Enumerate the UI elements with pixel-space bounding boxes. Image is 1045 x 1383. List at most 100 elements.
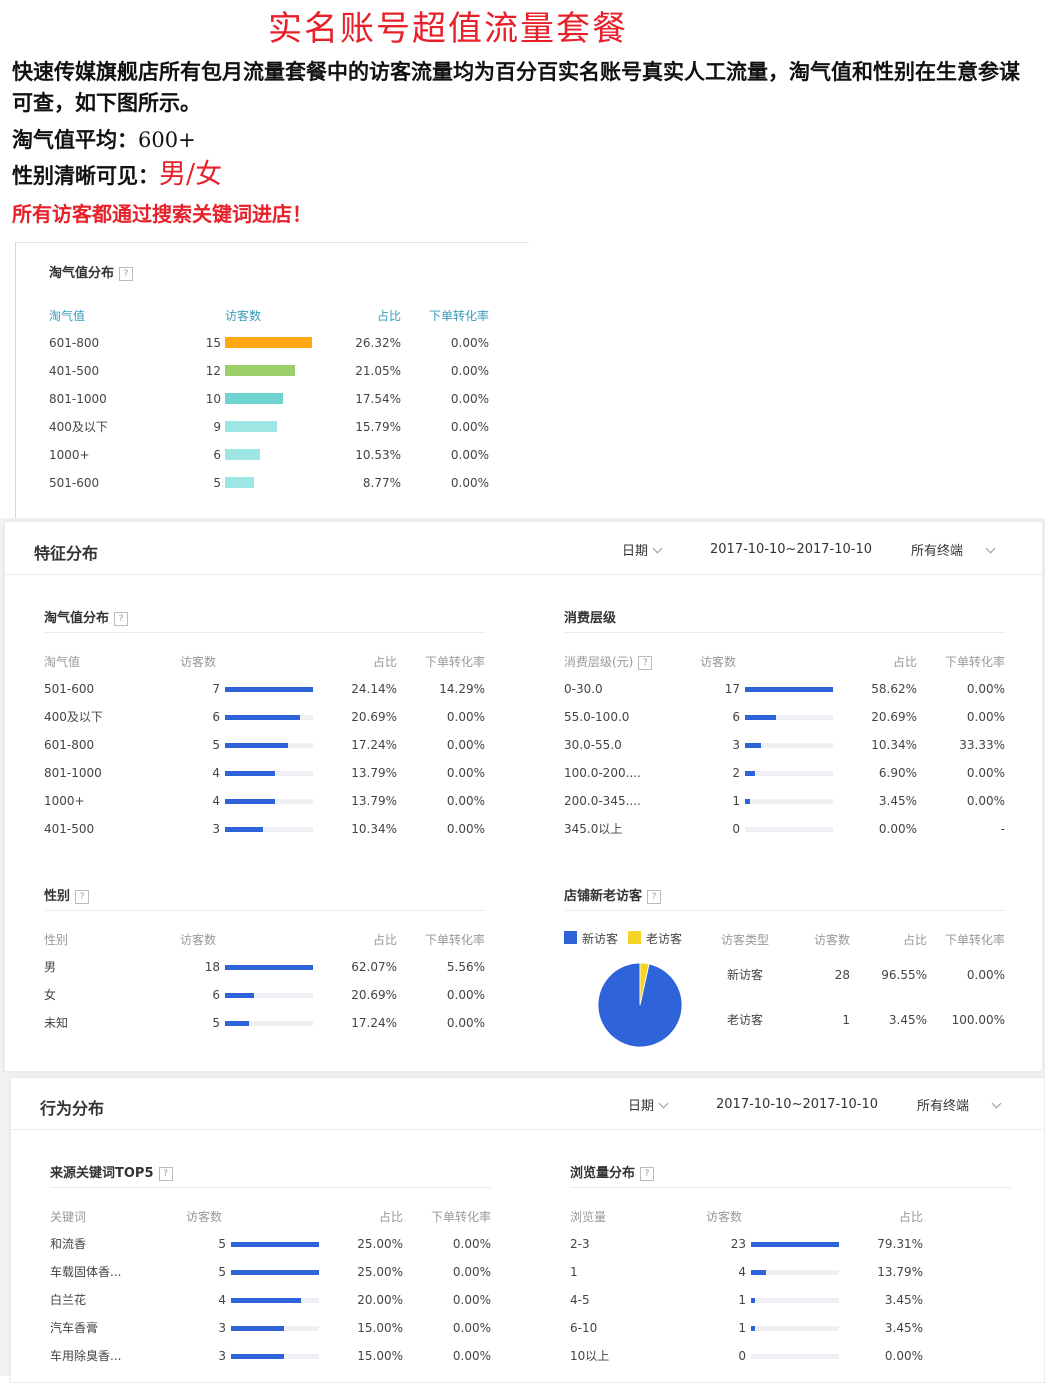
row-bar — [225, 993, 254, 998]
feature-panel-title: 特征分布 — [34, 544, 99, 563]
row-bar — [225, 337, 312, 348]
gender-visible-value: 男/女 — [159, 159, 223, 190]
feature-taoqi-divider — [44, 632, 485, 633]
table-row: 和流香 5 25.00% 0.00% — [50, 1236, 491, 1252]
row-bar-track — [751, 1242, 839, 1247]
row-bar-track — [225, 771, 313, 776]
row-share: 10.53% — [355, 448, 401, 462]
row-bar — [231, 1298, 301, 1303]
row-bar — [225, 799, 275, 804]
help-icon[interactable]: ? — [119, 267, 134, 281]
row-share: 15.00% — [357, 1349, 403, 1363]
row-conversion: 0.00% — [452, 1293, 491, 1307]
row-bar — [745, 715, 776, 720]
row-visitors: 3 — [212, 822, 220, 836]
table-row: 401-500 3 10.34% 0.00% — [44, 821, 485, 837]
help-icon[interactable]: ? — [647, 890, 662, 904]
row-conversion: 0.00% — [966, 766, 1005, 780]
table-row: 新访客 28 96.55% 0.00% — [721, 967, 1005, 983]
row-share: 79.31% — [877, 1237, 923, 1251]
table-row: 未知 5 17.24% 0.00% — [44, 1015, 485, 1031]
feature-gender-header-share: 占比 — [372, 933, 397, 947]
taoqi-panel-header-label[interactable]: 淘气值 — [49, 307, 85, 324]
row-visitors: 6 — [212, 710, 220, 724]
row-share: 8.77% — [362, 476, 401, 490]
row-visitors: 18 — [204, 960, 220, 974]
help-icon[interactable]: ? — [114, 612, 129, 626]
row-label: 1000+ — [44, 794, 85, 808]
table-row: 501-600 5 8.77% 0.00% — [49, 475, 494, 491]
row-share: 25.00% — [357, 1265, 403, 1279]
row-conversion: 0.00% — [446, 766, 485, 780]
row-visitors: 23 — [730, 1237, 746, 1251]
table-row: 30.0-55.0 3 10.34% 33.33% — [564, 737, 1005, 753]
row-label: 345.0以上 — [564, 822, 623, 836]
row-label: 2-3 — [570, 1237, 590, 1251]
row-bar — [745, 799, 750, 804]
row-bar — [225, 1021, 249, 1026]
row-conversion: 0.00% — [446, 794, 485, 808]
row-conversion: 0.00% — [450, 364, 489, 378]
row-label: 4-5 — [570, 1293, 590, 1307]
row-bar-track — [225, 965, 313, 970]
taoqi-panel-header-share[interactable]: 占比 — [316, 307, 401, 324]
help-icon[interactable]: ? — [640, 1167, 655, 1181]
row-conversion: 0.00% — [452, 1321, 491, 1335]
row-bar — [751, 1326, 755, 1331]
taoqi-panel-header-visitors[interactable]: 访客数 — [225, 307, 261, 324]
behavior-date-range[interactable]: 2017-10-10~2017-10-10 — [716, 1097, 878, 1112]
row-bar-track — [225, 687, 313, 692]
row-conversion: 0.00% — [446, 710, 485, 724]
row-visitors: 1 — [732, 794, 740, 808]
row-label: 401-500 — [44, 822, 95, 836]
legend-new-swatch — [564, 931, 577, 944]
row-bar — [225, 827, 263, 832]
table-row: 1 4 13.79% — [570, 1264, 1011, 1280]
row-visitors: 1 — [738, 1293, 746, 1307]
row-conversion: 0.00% — [450, 420, 489, 434]
row-label: 车用除臭香... — [50, 1349, 122, 1363]
help-icon[interactable]: ? — [75, 890, 90, 904]
behavior-keywords-divider — [50, 1187, 491, 1188]
row-bar — [225, 743, 288, 748]
promo-title: 实名账号超值流量套餐 — [268, 9, 628, 49]
row-conversion: 0.00% — [452, 1237, 491, 1251]
taoqi-panel-header-conv[interactable]: 下单转化率 — [408, 307, 489, 324]
behavior-distribution-panel: 行为分布 日期 2017-10-10~2017-10-10 所有终端 来源关键词… — [10, 1077, 1045, 1383]
feature-visitors-header-conv: 下单转化率 — [944, 933, 1005, 947]
row-bar-track — [751, 1298, 839, 1303]
row-bar-track — [225, 993, 313, 998]
row-label: 501-600 — [44, 682, 95, 696]
row-visitors: 28 — [834, 968, 850, 982]
row-visitors: 15 — [205, 336, 221, 350]
row-share: 13.79% — [877, 1265, 923, 1279]
row-bar — [751, 1270, 766, 1275]
help-icon[interactable]: ? — [158, 1167, 173, 1181]
row-bar-track — [751, 1270, 839, 1275]
behavior-date-dropdown[interactable]: 日期 — [628, 1095, 669, 1114]
feature-gender-title: 性别? — [44, 885, 90, 904]
table-row: 400及以下 6 20.69% 0.00% — [44, 709, 485, 725]
row-bar-track — [231, 1298, 319, 1303]
feature-date-dropdown[interactable]: 日期 — [622, 540, 663, 559]
behavior-keywords-title-text: 来源关键词TOP5 — [50, 1166, 154, 1181]
table-row: 10以上 0 0.00% — [570, 1348, 1011, 1364]
chevron-down-icon — [985, 543, 996, 554]
row-conversion: 0.00% — [452, 1349, 491, 1363]
row-share: 17.24% — [351, 738, 397, 752]
feature-date-range[interactable]: 2017-10-10~2017-10-10 — [710, 542, 872, 557]
row-visitors: 5 — [218, 1237, 226, 1251]
row-label: 801-1000 — [44, 766, 102, 780]
feature-spending-header-label-text: 消费层级(元) — [564, 655, 634, 669]
behavior-terminal-dropdown[interactable]: 所有终端 — [917, 1095, 1002, 1114]
help-icon[interactable]: ? — [638, 656, 653, 670]
feature-terminal-dropdown[interactable]: 所有终端 — [911, 540, 996, 559]
gender-visible-label: 性别清晰可见： — [12, 163, 159, 188]
feature-header-divider — [5, 574, 1042, 575]
row-visitors: 4 — [738, 1265, 746, 1279]
table-row: 345.0以上 0 0.00% - — [564, 821, 1005, 837]
feature-gender-header-label: 性别 — [44, 933, 69, 947]
taoqi-average-value: 600+ — [138, 128, 196, 152]
row-visitors: 3 — [218, 1349, 226, 1363]
row-bar-track — [231, 1326, 319, 1331]
